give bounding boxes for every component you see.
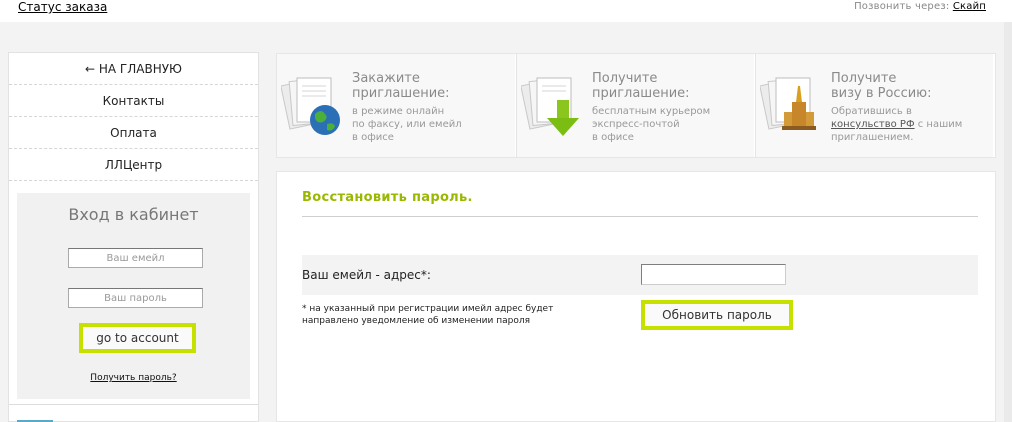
call-label: Позвонить через: bbox=[854, 1, 950, 12]
nav-home[interactable]: ← НА ГЛАВНУЮ bbox=[9, 53, 258, 85]
form-note-line-2: направлено уведомление об изменении паро… bbox=[302, 316, 530, 326]
sidebar: ← НА ГЛАВНУЮ Контакты Оплата ЛЛЦентр Вхо… bbox=[8, 52, 259, 422]
form-note-line-1: * на указанный при регистрации имейл адр… bbox=[302, 304, 554, 314]
promo-visa-line-1: Обратившись в bbox=[831, 106, 912, 117]
go-to-account-button[interactable]: go to account bbox=[79, 323, 196, 353]
title-divider bbox=[302, 216, 978, 217]
promo-receive[interactable]: Получите приглашение: бесплатным курьеро… bbox=[516, 54, 754, 157]
building-document-icon bbox=[760, 77, 816, 130]
sidebar-divider bbox=[9, 404, 258, 405]
globe-document-icon bbox=[281, 77, 340, 135]
promo-visa[interactable]: Получите визу в Россию: Обратившись в ко… bbox=[755, 54, 993, 157]
promo-order-line: в офисе bbox=[352, 132, 394, 143]
scroll-edge bbox=[1004, 22, 1012, 422]
get-password-link[interactable]: Получить пароль? bbox=[17, 373, 250, 383]
call-via: Позвонить через: Скайп bbox=[854, 1, 986, 12]
promo-visa-title-2: визу в Россию: bbox=[831, 86, 932, 101]
download-document-icon bbox=[521, 77, 579, 136]
login-email-input[interactable] bbox=[68, 248, 203, 268]
consulate-link[interactable]: консульство РФ bbox=[831, 119, 915, 130]
top-bar: Статус заказа Позвонить через: Скайп bbox=[0, 0, 1012, 22]
login-password-input[interactable] bbox=[68, 288, 203, 308]
form-note: * на указанный при регистрации имейл адр… bbox=[302, 303, 553, 327]
promo-visa-title-1: Получите bbox=[831, 71, 897, 86]
promo-order-line: по факсу, или емейл bbox=[352, 119, 462, 130]
promo-receive-title-2: приглашение: bbox=[592, 86, 690, 101]
nav-contacts[interactable]: Контакты bbox=[9, 85, 258, 117]
promo-receive-line: в офисе bbox=[592, 132, 634, 143]
nav-payment[interactable]: Оплата bbox=[9, 117, 258, 149]
login-box: Вход в кабинет go to account Получить па… bbox=[17, 193, 250, 399]
order-status-link[interactable]: Статус заказа bbox=[18, 0, 107, 14]
email-label: Ваш емейл - адрес*: bbox=[302, 268, 431, 282]
email-row: Ваш емейл - адрес*: bbox=[302, 255, 978, 295]
login-title: Вход в кабинет bbox=[68, 205, 199, 224]
promo-order[interactable]: Закажите приглашение: в режиме онлайн по… bbox=[277, 54, 515, 157]
restore-password-panel: Восстановить пароль. Ваш емейл - адрес*:… bbox=[276, 171, 996, 422]
promo-strip: Закажите приглашение: в режиме онлайн по… bbox=[276, 53, 996, 158]
promo-order-line: в режиме онлайн bbox=[352, 106, 445, 117]
update-password-button[interactable]: Обновить пароль bbox=[641, 300, 793, 330]
promo-receive-line: бесплатным курьером bbox=[592, 106, 711, 117]
nav-llcenter[interactable]: ЛЛЦентр bbox=[9, 149, 258, 181]
promo-receive-title-1: Получите bbox=[592, 71, 658, 86]
promo-order-title-1: Закажите bbox=[352, 71, 420, 86]
email-input[interactable] bbox=[641, 264, 786, 285]
promo-order-title-2: приглашение: bbox=[352, 86, 450, 101]
page-title: Восстановить пароль. bbox=[302, 190, 473, 205]
promo-visa-line-3: приглашением. bbox=[831, 132, 914, 143]
promo-receive-line: экспресс-почтой bbox=[592, 119, 680, 130]
promo-visa-line-2: с нашим bbox=[914, 119, 963, 130]
skype-link[interactable]: Скайп bbox=[953, 1, 986, 12]
